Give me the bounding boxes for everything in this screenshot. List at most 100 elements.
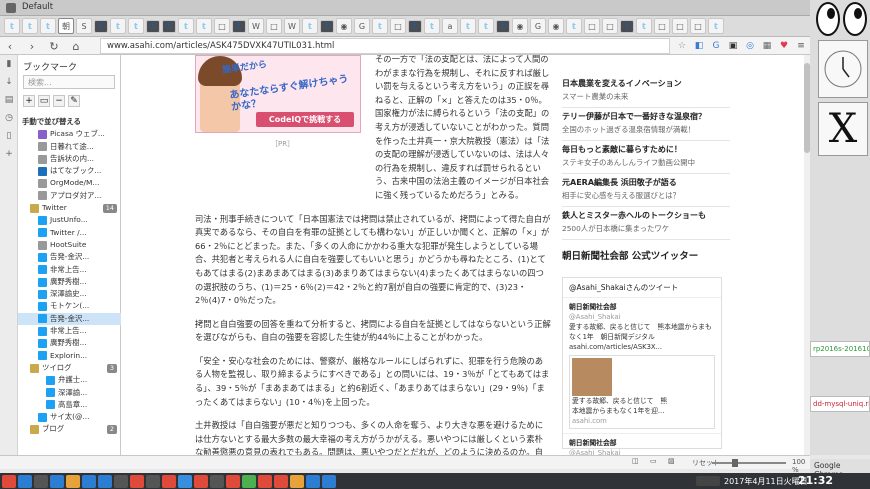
bookmark-folder[interactable]: ブログ 2 <box>18 423 121 435</box>
s-icon[interactable]: S <box>76 18 92 34</box>
bookmark-item[interactable]: 手動で並び替える <box>18 116 121 128</box>
taskbar-app-icon[interactable] <box>98 474 112 488</box>
zoom-slider-knob[interactable] <box>732 459 738 467</box>
tumblr-icon[interactable]: t <box>94 19 108 33</box>
taskbar-app-icon[interactable] <box>322 474 336 488</box>
wikipedia-icon[interactable]: W <box>284 18 300 34</box>
tumblr-icon[interactable]: t <box>146 19 160 33</box>
sidebar-link[interactable]: 鉄人とミスター赤ヘルのトークショーも 2500人が日本橋に集まったワケ <box>562 207 730 240</box>
twitter-icon[interactable]: 𝕥 <box>460 18 476 34</box>
twitter-icon[interactable]: 𝕥 <box>178 18 194 34</box>
bookmark-item[interactable]: 告訴状の内... <box>18 153 121 165</box>
twitter-icon[interactable]: 𝕥 <box>22 18 38 34</box>
extension-icon[interactable]: ◧ <box>692 39 706 53</box>
extension-icon[interactable]: G <box>709 39 723 53</box>
tweet[interactable]: 朝日新聞社会部 @Asahi_Shakai 愛する故郷、戻ると信じて 熊本地震からま… <box>563 298 721 434</box>
page-icon[interactable]: □ <box>584 18 600 34</box>
twitter-widget[interactable]: @Asahi_Shakaiさんのツイート 朝日新聞社会部 @Asahi_Shaka… <box>562 277 722 455</box>
taskbar-app-icon[interactable] <box>34 474 48 488</box>
edit-icon[interactable]: ✎ <box>68 95 80 107</box>
bookmark-item[interactable]: 廣野秀樹... <box>18 276 121 288</box>
taskbar-app-icon[interactable] <box>242 474 256 488</box>
pocket-icon[interactable]: ♥ <box>777 39 791 53</box>
github-icon[interactable]: ◉ <box>336 18 352 34</box>
wikipedia-icon[interactable]: W <box>248 18 264 34</box>
taskbar-app-icon[interactable] <box>66 474 80 488</box>
remove-bookmark-button[interactable]: − <box>53 95 65 107</box>
taskbar-app-icon[interactable] <box>50 474 64 488</box>
camera-icon[interactable]: ◫ <box>632 457 639 465</box>
page-icon[interactable]: □ <box>214 18 230 34</box>
window-icon[interactable]: ▭ <box>650 457 657 465</box>
history-icon[interactable]: ◷ <box>0 109 18 127</box>
page-icon[interactable]: □ <box>654 18 670 34</box>
bookmark-item[interactable]: 非常上告... <box>18 325 121 337</box>
tumblr-icon[interactable]: t <box>408 19 422 33</box>
bookmark-item[interactable]: 非常上告... <box>18 264 121 276</box>
taskbar-app-icon[interactable] <box>18 474 32 488</box>
tray-indicator[interactable] <box>696 476 720 486</box>
page-icon[interactable]: ▯ <box>0 127 18 145</box>
taskbar-app-icon[interactable] <box>114 474 128 488</box>
page-icon[interactable]: □ <box>266 18 282 34</box>
folder-icon[interactable]: ▭ <box>38 95 50 107</box>
sidebar-link[interactable]: テリー伊藤が日本で一番好きな温泉宿？ 全国のホット過ぎる温泉宿情報が満載！ <box>562 108 730 141</box>
bookmark-item[interactable]: Twitter /... <box>18 227 121 239</box>
sidebar-link[interactable]: 日本農業を変えるイノベーション スマート農業の未来 <box>562 75 730 108</box>
terminal-window[interactable]: rp2016s-201610 <box>810 341 870 357</box>
taskbar-time[interactable]: 21:32 <box>798 474 833 487</box>
bookmark-item[interactable]: HootSuite <box>18 239 121 251</box>
tumblr-icon[interactable]: t <box>496 19 510 33</box>
bookmark-star-icon[interactable]: ☆ <box>675 39 689 53</box>
taskbar-app-icon[interactable] <box>306 474 320 488</box>
forward-button[interactable]: › <box>24 38 40 54</box>
sidebar-link[interactable]: 元AERA編集長 浜田敬子が語る 相手に安心感を与える服選びとは？ <box>562 174 730 207</box>
taskbar-app-icon[interactable] <box>258 474 272 488</box>
tumblr-icon[interactable]: t <box>320 19 334 33</box>
twitter-icon[interactable]: 𝕥 <box>372 18 388 34</box>
terminal-window[interactable]: dd-mysql-uniq.rb <box>810 396 870 412</box>
add-bookmark-button[interactable]: + <box>23 95 35 107</box>
twitter-icon[interactable]: 𝕥 <box>4 18 20 34</box>
extension-icon[interactable]: ▦ <box>760 39 774 53</box>
amazon-icon[interactable]: a <box>442 18 458 34</box>
tweet[interactable]: 朝日新聞社会部 @Asahi_Shakai <box>563 434 721 455</box>
bookmark-item[interactable]: JustUnfo... <box>18 214 121 226</box>
twitter-icon[interactable]: 𝕥 <box>302 18 318 34</box>
taskbar-app-icon[interactable] <box>82 474 96 488</box>
twitter-icon[interactable]: 𝕥 <box>708 18 724 34</box>
bookmark-item[interactable]: モトケン(... <box>18 300 121 312</box>
back-button[interactable]: ‹ <box>2 38 18 54</box>
image-icon[interactable]: ▨ <box>668 457 675 465</box>
bookmark-item[interactable]: 日暮れて途... <box>18 141 121 153</box>
bookmark-item[interactable]: 告発-金沢... <box>18 312 121 326</box>
taskbar-app-icon[interactable] <box>178 474 192 488</box>
taskbar-app-icon[interactable] <box>146 474 160 488</box>
bookmark-item[interactable]: OrgMode/M... <box>18 177 121 189</box>
bookmark-item[interactable]: Explorin... <box>18 350 121 362</box>
notes-icon[interactable]: ▤ <box>0 91 18 109</box>
page-icon[interactable]: □ <box>390 18 406 34</box>
bookmark-item[interactable]: 廣野秀樹... <box>18 337 121 349</box>
bookmark-item[interactable]: はてなブック... <box>18 165 121 177</box>
twitter-icon[interactable]: 𝕥 <box>566 18 582 34</box>
taskbar-app-icon[interactable] <box>130 474 144 488</box>
taskbar-app-icon[interactable] <box>226 474 240 488</box>
twitter-icon[interactable]: 𝕥 <box>636 18 652 34</box>
extension-icon[interactable]: ▣ <box>726 39 740 53</box>
tumblr-icon[interactable]: t <box>162 19 176 33</box>
twitter-icon[interactable]: 𝕥 <box>128 18 144 34</box>
taskbar-app-icon[interactable] <box>290 474 304 488</box>
bookmark-search-input[interactable]: 検索... <box>23 75 115 89</box>
add-icon[interactable]: + <box>0 145 18 163</box>
page-icon[interactable]: □ <box>602 18 618 34</box>
zoom-slider[interactable] <box>712 459 786 467</box>
bookmark-item[interactable]: サイ太(@... <box>18 411 121 423</box>
address-bar[interactable]: www.asahi.com/articles/ASK475DVXK47UTIL0… <box>100 38 670 54</box>
taskbar-app-icon[interactable] <box>210 474 224 488</box>
twitter-icon[interactable]: 𝕥 <box>40 18 56 34</box>
taskbar-app-icon[interactable] <box>274 474 288 488</box>
taskbar-app-icon[interactable] <box>162 474 176 488</box>
bookmark-item[interactable]: Picasa ウェブ... <box>18 128 121 140</box>
bookmark-folder[interactable]: ツイログ 3 <box>18 362 121 374</box>
